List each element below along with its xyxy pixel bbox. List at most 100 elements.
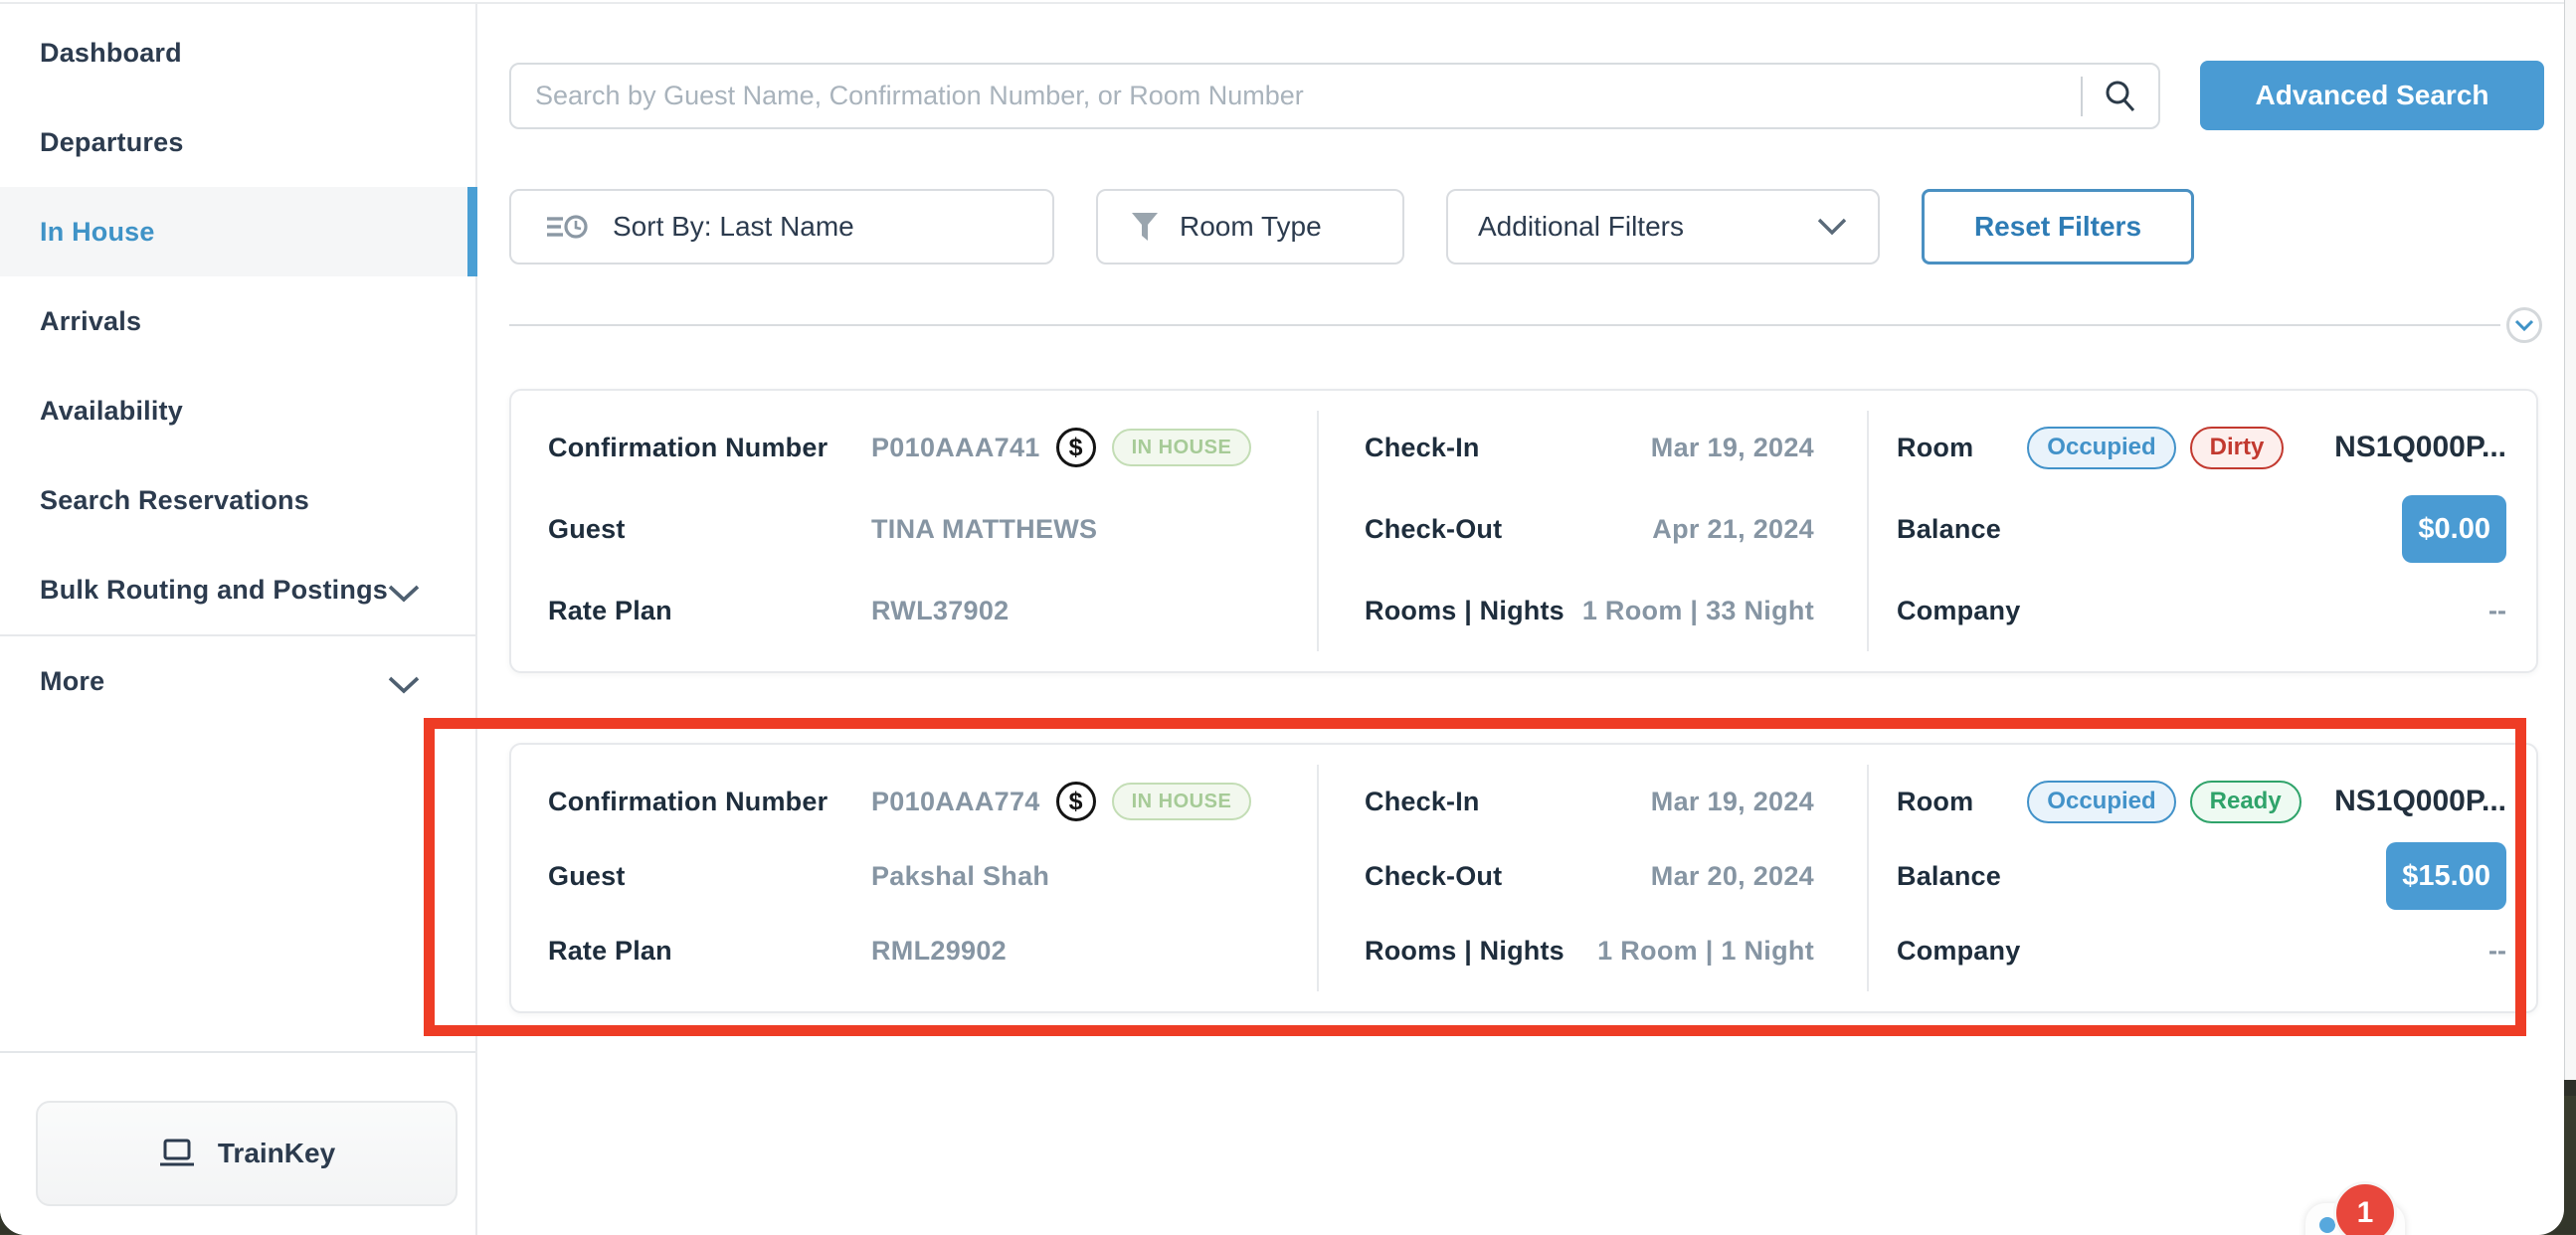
sidebar-nav: Dashboard Departures In House Arrivals Avail… [0, 8, 475, 726]
main-content: Advanced Search Sort By: Last Name Room … [479, 0, 2564, 1235]
rooms-nights-label: Rooms | Nights [1365, 936, 1564, 967]
chevron-down-icon [2514, 319, 2534, 332]
sidebar-item-arrivals[interactable]: Arrivals [0, 276, 475, 366]
status-badge: IN HOUSE [1112, 783, 1252, 820]
room-type-filter-button[interactable]: Room Type [1096, 189, 1404, 265]
balance-label: Balance [1897, 861, 2001, 892]
folio-dollar-icon[interactable]: $ [1056, 428, 1096, 467]
sidebar-item-departures[interactable]: Departures [0, 97, 475, 187]
check-in-value: Mar 19, 2024 [1651, 787, 1814, 817]
sidebar: Dashboard Departures In House Arrivals Avail… [0, 4, 477, 1235]
sidebar-item-bulk-routing-and-postings[interactable]: Bulk Routing and Postings [0, 545, 475, 634]
app-window: Dashboard Departures In House Arrivals Avail… [0, 0, 2564, 1235]
check-in-label: Check-In [1365, 433, 1480, 463]
collapse-toggle-button[interactable] [2506, 307, 2542, 343]
laptop-icon [158, 1138, 196, 1169]
occupancy-badge: Occupied [2027, 427, 2175, 469]
card-dates-column: Check-In Mar 19, 2024 Check-Out Apr 21, … [1317, 411, 1867, 651]
card-room-column: Room Occupied Ready NS1Q000P... Balance … [1867, 765, 2540, 991]
room-number-value: NS1Q000P... [2334, 785, 2506, 818]
background-window-edge-dark [2564, 1080, 2576, 1096]
confirmation-label: Confirmation Number [548, 787, 871, 817]
search-input[interactable] [511, 65, 2081, 127]
sidebar-item-availability[interactable]: Availability [0, 366, 475, 455]
background-window-edge [2564, 0, 2576, 1080]
reservation-card[interactable]: Confirmation Number P010AAA774 $ IN HOUS… [509, 743, 2538, 1013]
check-in-label: Check-In [1365, 787, 1480, 817]
funnel-icon [1130, 211, 1160, 243]
rooms-nights-value: 1 Room | 33 Night [1582, 596, 1814, 626]
card-guest-column: Confirmation Number P010AAA741 $ IN HOUS… [511, 391, 1317, 671]
search-bar [509, 63, 2160, 129]
trainkey-button[interactable]: TrainKey [36, 1101, 458, 1206]
additional-filters-label: Additional Filters [1478, 211, 1684, 243]
sidebar-item-more[interactable]: More [0, 636, 475, 726]
room-type-label: Room Type [1180, 211, 1322, 243]
search-button[interactable] [2083, 65, 2158, 127]
filter-row: Sort By: Last Name Room Type Additional … [509, 189, 2194, 265]
reset-filters-button[interactable]: Reset Filters [1922, 189, 2194, 265]
sidebar-item-label: Arrivals [40, 306, 141, 337]
card-dates-column: Check-In Mar 19, 2024 Check-Out Mar 20, … [1317, 765, 1867, 991]
sidebar-item-label: More [40, 666, 104, 697]
trainkey-panel: TrainKey [0, 1051, 475, 1235]
housekeeping-badge: Ready [2190, 781, 2301, 823]
status-badge: IN HOUSE [1112, 429, 1252, 466]
company-value: -- [2488, 936, 2506, 967]
sort-by-label: Sort By: Last Name [613, 211, 854, 243]
room-number-value: NS1Q000P... [2334, 431, 2506, 464]
guest-value: Pakshal Shah [871, 861, 1049, 892]
advanced-search-button[interactable]: Advanced Search [2200, 61, 2544, 130]
sidebar-item-label: Bulk Routing and Postings [40, 575, 388, 606]
additional-filters-button[interactable]: Additional Filters [1446, 189, 1880, 265]
company-label: Company [1897, 936, 2020, 967]
search-icon [2103, 79, 2138, 114]
rate-plan-value: RML29902 [871, 936, 1007, 967]
room-label: Room [1897, 433, 1973, 463]
sidebar-item-label: Availability [40, 396, 183, 427]
sidebar-item-label: Search Reservations [40, 485, 309, 516]
check-out-label: Check-Out [1365, 514, 1502, 545]
check-out-label: Check-Out [1365, 861, 1502, 892]
trainkey-label: TrainKey [218, 1138, 335, 1169]
chevron-down-icon [387, 580, 421, 611]
balance-chip[interactable]: $0.00 [2402, 495, 2506, 563]
sidebar-item-search-reservations[interactable]: Search Reservations [0, 455, 475, 545]
sidebar-item-label: In House [40, 217, 155, 248]
guest-label: Guest [548, 861, 871, 892]
company-label: Company [1897, 596, 2020, 626]
company-value: -- [2488, 596, 2506, 626]
balance-label: Balance [1897, 514, 2001, 545]
guest-label: Guest [548, 514, 871, 545]
reservation-card[interactable]: Confirmation Number P010AAA741 $ IN HOUS… [509, 389, 2538, 673]
sidebar-item-label: Dashboard [40, 38, 182, 69]
chevron-down-icon [1816, 217, 1848, 237]
app-icon-blue-dot [2319, 1217, 2335, 1233]
check-in-value: Mar 19, 2024 [1651, 433, 1814, 463]
chevron-down-icon [387, 671, 421, 702]
confirmation-label: Confirmation Number [548, 433, 871, 463]
sidebar-item-in-house[interactable]: In House [0, 187, 475, 276]
list-divider [509, 324, 2500, 326]
sort-by-time-icon [545, 211, 589, 243]
card-guest-column: Confirmation Number P010AAA774 $ IN HOUS… [511, 745, 1317, 1011]
card-room-column: Room Occupied Dirty NS1Q000P... Balance … [1867, 411, 2540, 651]
check-out-value: Mar 20, 2024 [1651, 861, 1814, 892]
sidebar-item-label: Departures [40, 127, 184, 158]
guest-value: TINA MATTHEWS [871, 514, 1097, 545]
room-label: Room [1897, 787, 1973, 817]
confirmation-value: P010AAA774 [871, 787, 1040, 817]
folio-dollar-icon[interactable]: $ [1056, 782, 1096, 821]
confirmation-value: P010AAA741 [871, 433, 1040, 463]
sidebar-item-dashboard[interactable]: Dashboard [0, 8, 475, 97]
sort-by-button[interactable]: Sort By: Last Name [509, 189, 1054, 265]
balance-chip[interactable]: $15.00 [2386, 842, 2506, 910]
rate-plan-value: RWL37902 [871, 596, 1009, 626]
rate-plan-label: Rate Plan [548, 936, 871, 967]
occupancy-badge: Occupied [2027, 781, 2175, 823]
rooms-nights-label: Rooms | Nights [1365, 596, 1564, 626]
check-out-value: Apr 21, 2024 [1652, 514, 1814, 545]
housekeeping-badge: Dirty [2190, 427, 2285, 469]
rooms-nights-value: 1 Room | 1 Night [1597, 936, 1814, 967]
rate-plan-label: Rate Plan [548, 596, 871, 626]
